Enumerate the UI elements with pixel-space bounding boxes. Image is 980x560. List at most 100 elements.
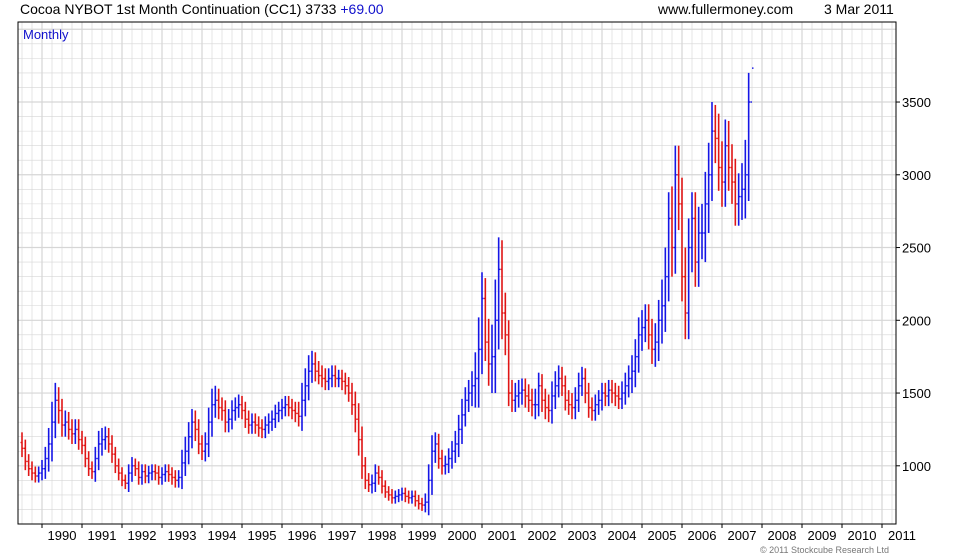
price-bar	[190, 409, 194, 449]
price-bar	[233, 397, 237, 421]
price-bar	[283, 395, 287, 417]
price-bar	[427, 464, 431, 516]
price-bar	[553, 371, 557, 410]
price-bar	[183, 436, 187, 476]
x-tick-label: 2003	[568, 528, 597, 543]
price-bar	[570, 393, 574, 420]
price-bar	[73, 419, 77, 444]
price-bar	[207, 407, 211, 458]
price-bar	[667, 192, 671, 302]
price-bar	[630, 355, 634, 394]
price-bar	[187, 422, 191, 465]
price-bar	[660, 279, 664, 344]
price-bar	[410, 490, 414, 504]
price-chart: 1000 1500 2000 2500 3000 3500 1990 1991 1992 1993…	[17, 21, 931, 543]
price-bar	[107, 427, 111, 453]
price-bar	[637, 317, 641, 373]
price-bar	[537, 372, 541, 417]
price-bar	[340, 369, 344, 391]
x-tick-label: 2007	[728, 528, 757, 543]
price-bar	[257, 416, 261, 437]
price-bar	[133, 458, 137, 476]
price-bar	[587, 382, 591, 418]
x-tick-label: 1991	[88, 528, 117, 543]
price-bar	[457, 414, 461, 458]
x-tick-label: 1992	[128, 528, 157, 543]
price-bar	[290, 398, 294, 420]
x-tick-label: 1999	[408, 528, 437, 543]
x-tick-label: 2008	[768, 528, 797, 543]
y-tick-label: 3500	[902, 95, 931, 110]
price-bar	[747, 72, 751, 201]
price-bar	[263, 416, 267, 439]
price-bar	[440, 449, 444, 475]
price-bar	[467, 379, 471, 412]
x-tick-label: 2004	[608, 528, 637, 543]
price-bar	[60, 398, 64, 437]
price-bar	[687, 218, 691, 340]
price-bar	[140, 464, 144, 485]
y-tick-label: 1500	[902, 386, 931, 401]
price-bar	[293, 401, 297, 423]
price-bar	[680, 177, 684, 302]
price-bar	[80, 430, 84, 455]
price-bar	[350, 382, 354, 415]
price-bar	[177, 470, 181, 488]
price-bar	[503, 292, 507, 356]
price-bar	[303, 368, 307, 417]
x-tick-label: 2009	[808, 528, 837, 543]
x-tick-label: 1993	[168, 528, 197, 543]
price-bar	[380, 470, 384, 494]
y-tick-label: 1000	[902, 459, 931, 474]
x-tick-label: 2010	[848, 528, 877, 543]
price-bar	[167, 464, 171, 482]
price-bar	[470, 371, 474, 407]
price-bar	[483, 278, 487, 362]
price-bar	[730, 144, 734, 204]
price-bar	[170, 467, 174, 485]
price-bar	[450, 441, 454, 469]
x-tick-label: 1997	[328, 528, 357, 543]
price-bar	[313, 352, 317, 382]
price-bar	[417, 494, 421, 510]
price-bar	[287, 395, 291, 417]
x-tick-label: 2005	[648, 528, 677, 543]
price-bar	[237, 394, 241, 418]
price-bar	[253, 413, 257, 434]
price-bar	[640, 310, 644, 351]
price-bar	[83, 436, 87, 468]
x-tick-label: 1994	[208, 528, 237, 543]
price-bar	[487, 318, 491, 386]
price-bar	[363, 457, 367, 490]
price-bar	[353, 391, 357, 433]
price-bar	[497, 237, 501, 350]
price-bar	[317, 361, 321, 385]
price-bar	[337, 369, 341, 388]
price-bar	[617, 385, 621, 410]
price-bar	[273, 404, 277, 428]
price-bar	[743, 139, 747, 219]
price-bar	[713, 104, 717, 164]
price-bar	[320, 365, 324, 388]
price-bar	[277, 401, 281, 423]
price-bar	[420, 497, 424, 511]
period-label: Monthly	[23, 27, 69, 42]
price-bar	[150, 464, 154, 481]
x-tick-label: 2006	[688, 528, 717, 543]
price-bar	[697, 206, 701, 287]
price-bar	[560, 366, 564, 396]
price-bar	[647, 304, 651, 350]
price-bar	[390, 489, 394, 504]
price-bar	[280, 398, 284, 420]
price-bar	[473, 352, 477, 408]
price-bar	[163, 464, 167, 482]
price-bar	[110, 435, 114, 463]
price-bar	[220, 397, 224, 421]
price-bar	[93, 446, 97, 482]
price-bar	[453, 430, 457, 463]
price-bar	[480, 272, 484, 375]
price-bar	[43, 446, 47, 479]
price-bar	[600, 382, 604, 411]
price-bar	[520, 378, 524, 405]
price-bar	[63, 410, 67, 437]
